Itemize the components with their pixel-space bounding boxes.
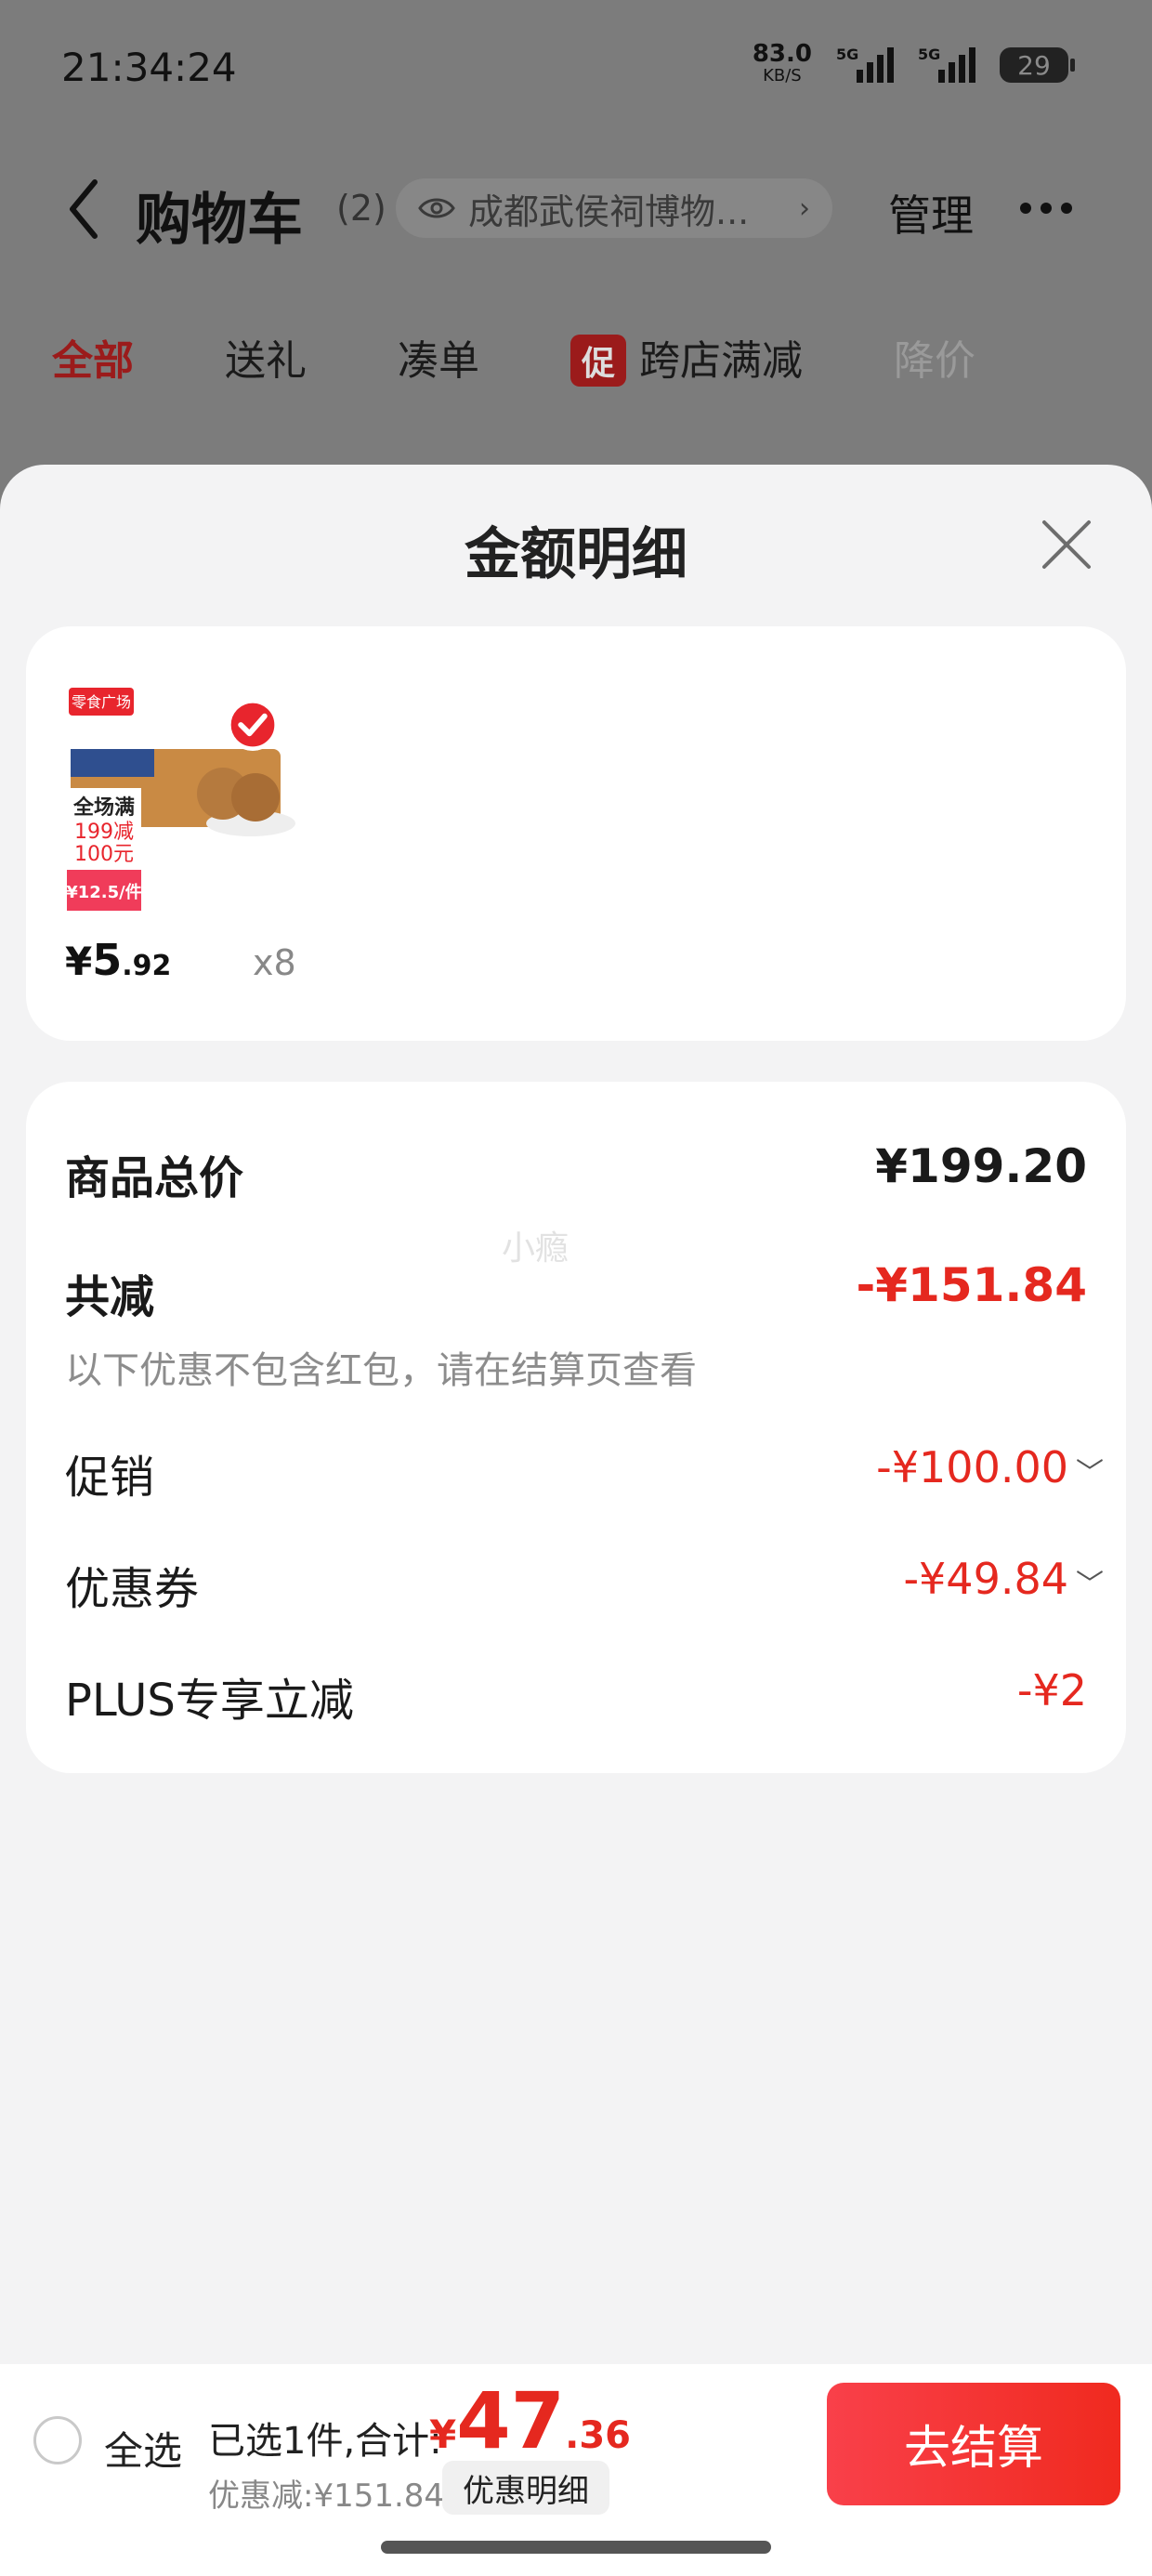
total-value: ¥199.20 <box>875 1139 1087 1193</box>
thumb-promo-1: 全场满 <box>72 795 135 820</box>
coupon-row-value[interactable]: -¥49.84 ﹀ <box>903 1554 1104 1604</box>
discount-note: 以下优惠不包含红包，请在结算页查看 <box>65 1349 697 1392</box>
promotion-row-value[interactable]: -¥100.00 ﹀ <box>876 1442 1104 1492</box>
chevron-down-icon: ﹀ <box>1076 1457 1104 1490</box>
battery-level: 29 <box>1017 49 1051 81</box>
product-quantity: x8 <box>253 942 296 983</box>
thumb-promo-2: 199减 <box>74 821 134 844</box>
filter-tabs: 全部 送礼 凑单 促跨店满减 降价 <box>52 327 1067 387</box>
total-integer: 47 <box>456 2375 566 2466</box>
location-text: 成都武侯祠博物... <box>468 191 750 232</box>
tab-price-drop[interactable]: 降价 <box>894 327 975 387</box>
reduce-label: 共减 <box>65 1271 155 1323</box>
manage-button[interactable]: 管理 <box>888 182 974 243</box>
discount-summary: 优惠减:¥151.84 <box>208 2477 445 2515</box>
promotion-label: 促销 <box>65 1452 155 1504</box>
coupon-value: -¥49.84 <box>903 1554 1068 1604</box>
watermark: 小瘾 <box>502 1229 569 1268</box>
checkout-button[interactable]: 去结算 <box>827 2383 1120 2505</box>
selected-summary: 已选1件,合计: <box>208 2420 442 2463</box>
cart-count: (2) <box>336 188 386 229</box>
sheet-title: 金额明细 <box>465 522 687 587</box>
tab-cross-store-label: 跨店满减 <box>639 337 804 385</box>
chevron-right-icon: › <box>799 191 810 225</box>
chevron-down-icon: ﹀ <box>1076 1569 1104 1601</box>
check-icon[interactable] <box>227 699 279 751</box>
thumb-price: ¥12.5/件 <box>66 882 142 902</box>
network-speed-unit: KB/S <box>763 66 802 85</box>
eye-icon <box>418 198 455 218</box>
total-label: 商品总价 <box>65 1152 244 1204</box>
total-price: ¥47.36 <box>429 2375 631 2466</box>
reduce-value: -¥151.84 <box>856 1258 1088 1312</box>
tab-bundle[interactable]: 凑单 <box>398 327 479 387</box>
promo-badge: 促 <box>570 335 627 387</box>
page-title: 购物车 <box>136 188 303 253</box>
select-all-checkbox[interactable] <box>33 2416 82 2464</box>
tab-gift[interactable]: 送礼 <box>225 327 307 387</box>
home-indicator[interactable] <box>381 2541 771 2554</box>
more-icon[interactable] <box>1020 203 1072 214</box>
tab-cross-store[interactable]: 促跨店满减 <box>570 327 803 387</box>
select-all-label[interactable]: 全选 <box>104 2420 182 2477</box>
product-price: ¥5.92 <box>65 935 171 985</box>
network-speed: 83.0 KB/S <box>752 40 812 87</box>
back-chevron-icon[interactable] <box>65 177 102 242</box>
tab-all[interactable]: 全部 <box>52 327 134 387</box>
coupon-label: 优惠券 <box>65 1563 200 1615</box>
location-selector[interactable]: 成都武侯祠博物... › <box>396 178 832 238</box>
thumb-brand: 零食广场 <box>72 693 131 711</box>
signal-icon: 5G <box>836 46 894 83</box>
price-decimal: .92 <box>122 950 172 982</box>
price-integer: 5 <box>92 935 123 985</box>
total-decimal: .36 <box>565 2414 631 2457</box>
total-symbol: ¥ <box>429 2412 457 2457</box>
plus-label: PLUS专享立减 <box>65 1675 354 1727</box>
signal-label: 5G <box>836 46 859 63</box>
battery-icon: 29 <box>1000 47 1075 83</box>
promotion-value: -¥100.00 <box>876 1442 1068 1492</box>
signal-label-2: 5G <box>918 46 941 63</box>
network-speed-value: 83.0 <box>752 40 812 68</box>
discount-detail-button[interactable]: 优惠明细 <box>442 2461 609 2515</box>
plus-value: -¥2 <box>1016 1665 1087 1715</box>
price-symbol: ¥ <box>65 939 93 984</box>
close-icon[interactable] <box>1039 517 1094 572</box>
status-time: 21:34:24 <box>61 45 237 90</box>
signal-icon-2: 5G <box>918 46 975 83</box>
status-icons: 83.0 KB/S 5G 5G 29 <box>752 40 1075 87</box>
thumb-promo-3: 100元 <box>74 843 134 866</box>
